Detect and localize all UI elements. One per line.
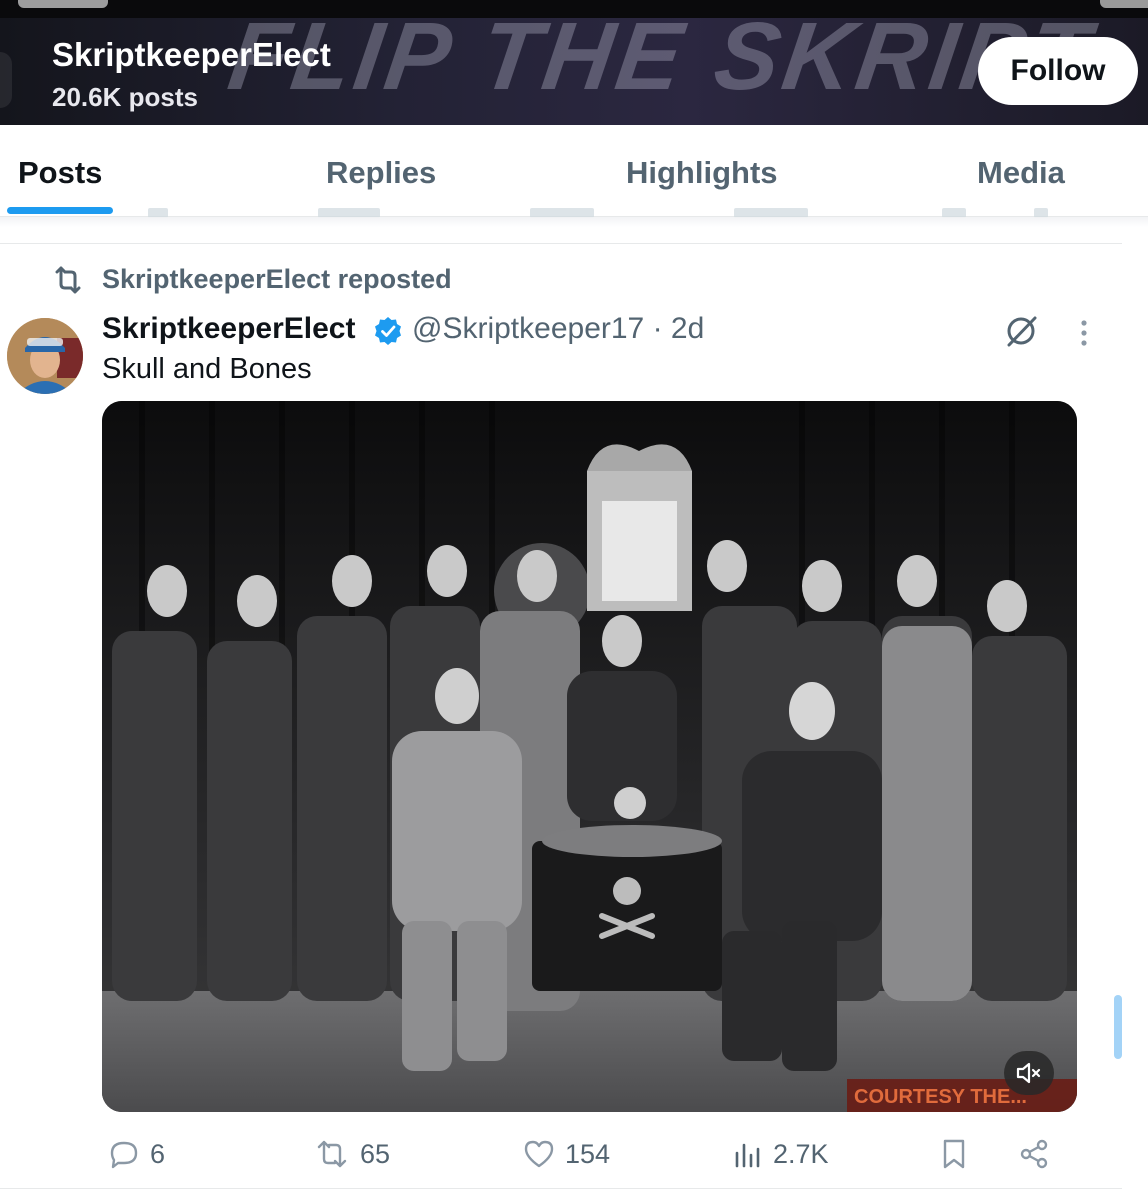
status-icons-left bbox=[18, 0, 108, 8]
views-chart-icon bbox=[735, 1143, 760, 1168]
back-button[interactable] bbox=[0, 52, 12, 108]
retweet-icon bbox=[317, 1140, 347, 1168]
more-options-icon[interactable] bbox=[1075, 318, 1093, 348]
repost-action[interactable]: 65 bbox=[314, 1136, 390, 1172]
author-handle-time[interactable]: @Skriptkeeper17 · 2d bbox=[412, 312, 704, 346]
like-action[interactable]: 154 bbox=[523, 1136, 610, 1172]
reply-count: 6 bbox=[150, 1138, 166, 1169]
header-display-name: SkriptkeeperElect bbox=[52, 36, 331, 73]
bookmark-icon bbox=[943, 1139, 965, 1169]
avatar[interactable] bbox=[7, 318, 83, 394]
tab-media[interactable]: Media bbox=[977, 155, 1065, 191]
grok-icon[interactable] bbox=[1004, 314, 1038, 348]
reply-action[interactable]: 6 bbox=[108, 1136, 165, 1172]
banner-text: FLIP THE SKRIPT bbox=[222, 3, 1100, 110]
profile-header: FLIP THE SKRIPT SkriptkeeperElect 20.6K … bbox=[0, 0, 1148, 125]
like-count: 154 bbox=[565, 1138, 611, 1169]
header-post-count: 20.6K posts bbox=[52, 82, 198, 112]
tab-highlights[interactable]: Highlights bbox=[626, 155, 778, 191]
repost-icon bbox=[55, 266, 81, 294]
share-icon bbox=[1020, 1139, 1048, 1169]
follow-button[interactable]: Follow bbox=[978, 37, 1138, 105]
mute-button[interactable] bbox=[1004, 1051, 1054, 1095]
tabs-shadow bbox=[0, 217, 1148, 227]
post-divider bbox=[0, 243, 1122, 244]
repost-count: 65 bbox=[360, 1138, 391, 1169]
scrollbar-thumb[interactable] bbox=[1114, 995, 1122, 1059]
author-name[interactable]: SkriptkeeperElect bbox=[102, 312, 355, 346]
repost-label[interactable]: SkriptkeeperElect reposted bbox=[102, 264, 452, 295]
tab-posts[interactable]: Posts bbox=[18, 155, 102, 191]
previous-post-actions-peek bbox=[0, 204, 1148, 218]
heart-icon bbox=[524, 1140, 554, 1168]
bookmark-action[interactable] bbox=[940, 1136, 978, 1172]
views-action[interactable]: 2.7K bbox=[733, 1136, 829, 1172]
post-bottom-divider bbox=[0, 1188, 1122, 1189]
tab-replies[interactable]: Replies bbox=[326, 155, 436, 191]
reply-icon bbox=[110, 1141, 138, 1169]
verified-badge-icon bbox=[375, 317, 401, 345]
tweet-video[interactable]: COURTESY THE... bbox=[102, 401, 1077, 1112]
video-watermark: COURTESY THE... bbox=[854, 1086, 1027, 1108]
muted-speaker-icon bbox=[1016, 1062, 1041, 1084]
tweet-text: Skull and Bones bbox=[102, 353, 312, 385]
views-count: 2.7K bbox=[773, 1138, 829, 1169]
video-frame: COURTESY THE... bbox=[102, 401, 1077, 1112]
status-icons-right bbox=[1100, 0, 1148, 8]
share-action[interactable] bbox=[1018, 1136, 1060, 1172]
